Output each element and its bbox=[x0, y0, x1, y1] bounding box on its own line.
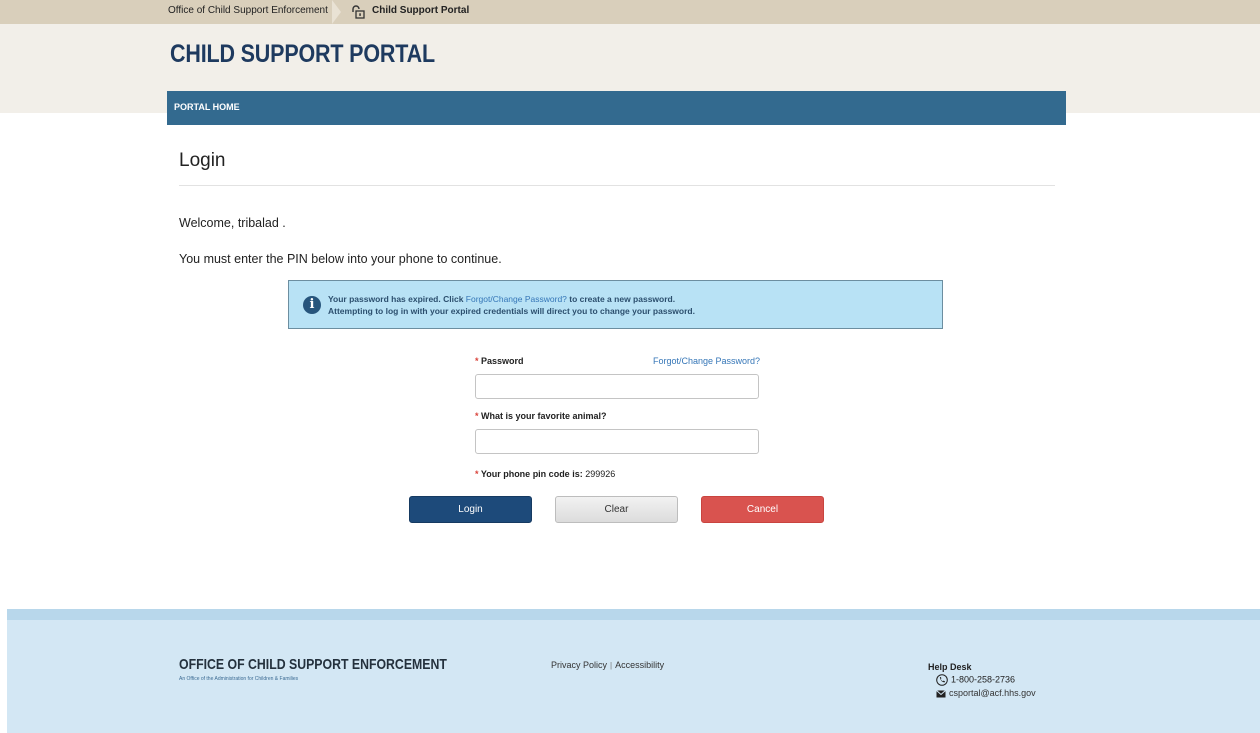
login-button[interactable]: Login bbox=[409, 496, 532, 523]
help-desk-title: Help Desk bbox=[928, 662, 972, 672]
heading-divider bbox=[179, 185, 1055, 186]
password-expired-alert: i Your password has expired. Click Forgo… bbox=[288, 280, 943, 329]
lock-icon bbox=[352, 5, 365, 19]
security-question-label: * What is your favorite animal? bbox=[475, 411, 607, 421]
footer: OFFICE OF CHILD SUPPORT ENFORCEMENT An O… bbox=[7, 609, 1260, 733]
nav-portal-home[interactable]: PORTAL HOME bbox=[174, 102, 240, 112]
breadcrumb-current: Child Support Portal bbox=[372, 5, 470, 16]
help-email-link[interactable]: csportal@acf.hhs.gov bbox=[949, 688, 1036, 698]
required-marker: * bbox=[475, 356, 479, 366]
cancel-button[interactable]: Cancel bbox=[701, 496, 824, 523]
required-marker: * bbox=[475, 411, 479, 421]
phone-icon bbox=[936, 674, 948, 686]
footer-links: Privacy Policy | Accessibility bbox=[551, 660, 664, 670]
alert-forgot-password-link[interactable]: Forgot/Change Password? bbox=[466, 294, 567, 304]
breadcrumb: Office of Child Support Enforcement Chil… bbox=[0, 0, 1260, 24]
privacy-policy-link[interactable]: Privacy Policy bbox=[551, 660, 607, 670]
pin-label: Your phone pin code is: bbox=[480, 469, 583, 479]
alert-line-2: Attempting to log in with your expired c… bbox=[328, 306, 695, 316]
password-label: * Password bbox=[475, 356, 524, 366]
info-icon: i bbox=[303, 296, 321, 314]
password-input[interactable] bbox=[475, 374, 759, 399]
forgot-password-link[interactable]: Forgot/Change Password? bbox=[653, 356, 760, 366]
alert-text-suffix: to create a new password. bbox=[566, 294, 676, 304]
site-title: CHILD SUPPORT PORTAL bbox=[170, 40, 435, 68]
help-desk-email: csportal@acf.hhs.gov bbox=[936, 688, 1036, 698]
breadcrumb-separator bbox=[332, 0, 341, 24]
breadcrumb-ocse-link[interactable]: Office of Child Support Enforcement bbox=[168, 5, 328, 16]
footer-logo-subtitle: An Office of the Administration for Chil… bbox=[179, 676, 299, 682]
footer-link-separator: | bbox=[610, 661, 613, 670]
mail-icon bbox=[936, 689, 946, 698]
pin-value: 299926 bbox=[585, 469, 616, 479]
clear-button[interactable]: Clear bbox=[555, 496, 678, 523]
security-answer-input[interactable] bbox=[475, 429, 759, 454]
page-title: Login bbox=[179, 150, 226, 171]
footer-logo: OFFICE OF CHILD SUPPORT ENFORCEMENT bbox=[179, 656, 447, 673]
password-label-text: Password bbox=[481, 356, 524, 366]
welcome-message: Welcome, tribalad . bbox=[179, 216, 286, 230]
help-phone-number: 1-800-258-2736 bbox=[951, 674, 1016, 685]
help-desk-phone: 1-800-258-2736 bbox=[936, 674, 1015, 686]
alert-line-1: Your password has expired. Click Forgot/… bbox=[328, 294, 675, 304]
accessibility-link[interactable]: Accessibility bbox=[615, 660, 664, 670]
main-nav: PORTAL HOME bbox=[167, 91, 1066, 125]
pin-code-display: * Your phone pin code is: 299926 bbox=[475, 469, 615, 479]
security-question-text: What is your favorite animal? bbox=[481, 411, 607, 421]
required-marker: * bbox=[475, 469, 479, 479]
pin-instruction: You must enter the PIN below into your p… bbox=[179, 252, 502, 266]
alert-text-prefix: Your password has expired. Click bbox=[328, 294, 466, 304]
